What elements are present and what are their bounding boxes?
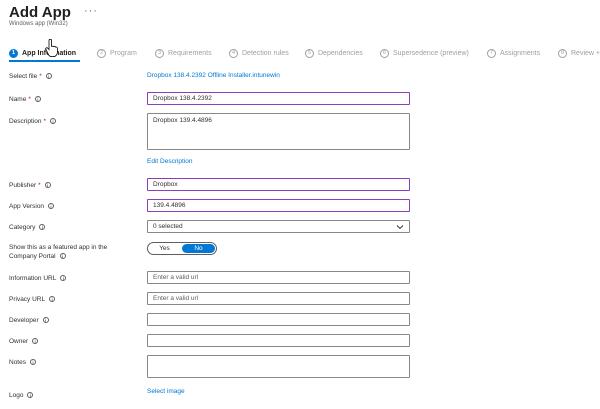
step-label: Review + xyxy=(571,49,600,57)
app-version-input[interactable]: 139.4.4896 xyxy=(147,199,410,212)
page-subtitle: Windows app (Win32) xyxy=(9,21,68,27)
step-label: Detection rules xyxy=(242,49,289,57)
toggle-no-option[interactable]: No xyxy=(182,244,215,253)
tab-review[interactable]: 8 Review + xyxy=(558,42,600,64)
developer-label: Developer i xyxy=(9,316,49,325)
info-icon[interactable]: i xyxy=(32,338,39,344)
step-number: 2 xyxy=(97,48,106,58)
name-label: Name * i xyxy=(9,95,41,104)
app-version-label: App Version i xyxy=(9,202,55,211)
step-number: 3 xyxy=(155,48,164,58)
step-number: 5 xyxy=(305,48,314,58)
step-label: Requirements xyxy=(168,49,212,57)
info-icon[interactable]: i xyxy=(27,392,34,398)
publisher-label: Publisher * i xyxy=(9,181,51,190)
tab-program[interactable]: 2 Program xyxy=(97,42,137,64)
step-number: 7 xyxy=(487,48,496,58)
developer-input[interactable] xyxy=(147,313,410,326)
step-number: 8 xyxy=(558,48,567,58)
select-file-label: Select file * i xyxy=(9,72,52,81)
page-title: Add App xyxy=(9,4,71,21)
edit-description-link[interactable]: Edit Description xyxy=(147,158,193,165)
notes-label: Notes i xyxy=(9,358,36,367)
step-label: Supersedence (preview) xyxy=(393,49,469,57)
page-header: Add App ··· xyxy=(9,4,98,21)
tab-dependencies[interactable]: 5 Dependencies xyxy=(305,42,363,64)
active-step-indicator xyxy=(9,60,80,62)
info-icon[interactable]: i xyxy=(59,253,66,259)
step-number: 4 xyxy=(229,48,238,58)
category-label: Category i xyxy=(9,223,46,232)
wizard-steps: 1 App Information 2 Program 3 Requiremen… xyxy=(0,42,600,64)
privacy-url-label: Privacy URL i xyxy=(9,295,56,304)
select-image-link[interactable]: Select image xyxy=(147,388,185,395)
featured-label: Show this as a featured app in the Compa… xyxy=(9,244,108,260)
name-input[interactable]: Dropbox 138.4.2392 xyxy=(147,92,410,105)
info-icon[interactable]: i xyxy=(45,73,52,79)
toggle-yes-option[interactable]: Yes xyxy=(148,243,181,254)
category-value: 0 selected xyxy=(153,223,183,230)
info-icon[interactable]: i xyxy=(39,224,46,230)
info-icon[interactable]: i xyxy=(44,182,51,188)
featured-toggle[interactable]: Yes No xyxy=(147,242,217,255)
description-textarea[interactable]: Dropbox 139.4.4896 xyxy=(147,113,410,150)
more-options-button[interactable]: ··· xyxy=(84,5,98,17)
select-file-link[interactable]: Dropbox 138.4.2392 Offline Installer.int… xyxy=(147,72,280,79)
publisher-input[interactable]: Dropbox xyxy=(147,178,410,191)
tab-detection-rules[interactable]: 4 Detection rules xyxy=(229,42,289,64)
information-url-label: Information URL i xyxy=(9,274,67,283)
chevron-down-icon xyxy=(396,225,404,230)
owner-label: Owner i xyxy=(9,337,39,346)
info-icon[interactable]: i xyxy=(42,317,49,323)
step-label: Assignments xyxy=(500,49,541,57)
info-icon[interactable]: i xyxy=(60,275,67,281)
tab-assignments[interactable]: 7 Assignments xyxy=(487,42,540,64)
information-url-input[interactable]: Enter a valid url xyxy=(147,271,410,284)
step-number: 6 xyxy=(380,48,389,58)
info-icon[interactable]: i xyxy=(49,296,56,302)
tab-supersedence[interactable]: 6 Supersedence (preview) xyxy=(380,42,469,64)
hand-cursor-icon xyxy=(45,39,58,57)
info-icon[interactable]: i xyxy=(34,96,41,102)
info-icon[interactable]: i xyxy=(29,359,36,365)
step-number: 1 xyxy=(9,48,18,58)
notes-textarea[interactable] xyxy=(147,355,410,378)
description-label: Description * i xyxy=(9,117,57,126)
info-icon[interactable]: i xyxy=(50,118,57,124)
category-select[interactable]: 0 selected xyxy=(147,220,410,233)
logo-label: Logo i xyxy=(9,391,34,400)
owner-input[interactable] xyxy=(147,334,410,347)
privacy-url-input[interactable]: Enter a valid url xyxy=(147,292,410,305)
tab-requirements[interactable]: 3 Requirements xyxy=(155,42,212,64)
info-icon[interactable]: i xyxy=(48,203,55,209)
step-label: Program xyxy=(110,49,137,57)
step-label: Dependencies xyxy=(318,49,363,57)
